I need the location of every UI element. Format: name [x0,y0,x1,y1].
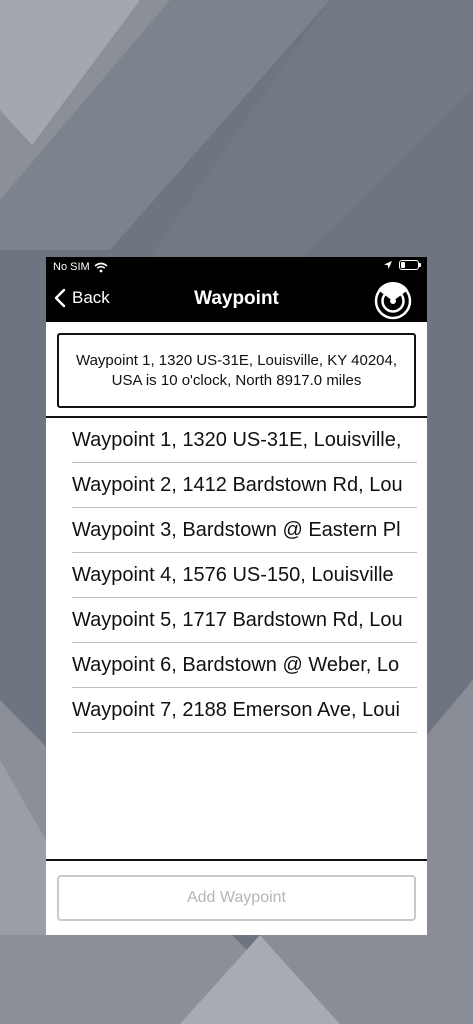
status-bar: No SIM [46,257,427,278]
list-item[interactable]: Waypoint 1, 1320 US-31E, Louisville, [72,418,417,463]
waypoint-list: Waypoint 1, 1320 US-31E, Louisville, Way… [46,418,427,733]
add-waypoint-button[interactable]: Add Waypoint [57,875,416,921]
list-item[interactable]: Waypoint 7, 2188 Emerson Ave, Loui [72,688,417,733]
battery-icon [399,260,421,270]
list-item[interactable]: Waypoint 3, Bardstown @ Eastern Pl [72,508,417,553]
carrier-label: No SIM [53,261,90,273]
app-screen: No SIM Back Waypoint Waypoint 1, 1320 US… [46,257,427,935]
waypoint-info-text: Waypoint 1, 1320 US-31E, Louisville, KY … [75,351,398,389]
list-item[interactable]: Waypoint 2, 1412 Bardstown Rd, Lou [72,463,417,508]
list-item[interactable]: Waypoint 5, 1717 Bardstown Rd, Lou [72,598,417,643]
list-item[interactable]: Waypoint 4, 1576 US-150, Louisville [72,553,417,598]
radar-icon[interactable] [373,280,413,320]
waypoint-label: Waypoint 7, 2188 Emerson Ave, Loui [72,699,400,721]
location-arrow-icon [384,261,392,269]
wifi-icon [94,262,108,272]
waypoint-label: Waypoint 6, Bardstown @ Weber, Lo [72,654,400,676]
waypoint-label: Waypoint 2, 1412 Bardstown Rd, Lou [72,474,403,496]
waypoint-info-box: Waypoint 1, 1320 US-31E, Louisville, KY … [57,333,416,408]
waypoint-label: Waypoint 4, 1576 US-150, Louisville [72,564,394,586]
page-title: Waypoint [194,288,279,309]
waypoint-label: Waypoint 5, 1717 Bardstown Rd, Lou [72,609,403,631]
navigation-bar: Back Waypoint [46,278,427,322]
list-item[interactable]: Waypoint 6, Bardstown @ Weber, Lo [72,643,417,688]
waypoint-label: Waypoint 1, 1320 US-31E, Louisville, [72,429,402,451]
footer-divider [46,859,427,861]
status-left: No SIM [53,261,108,273]
status-right [383,260,421,270]
waypoint-label: Waypoint 3, Bardstown @ Eastern Pl [72,519,401,541]
